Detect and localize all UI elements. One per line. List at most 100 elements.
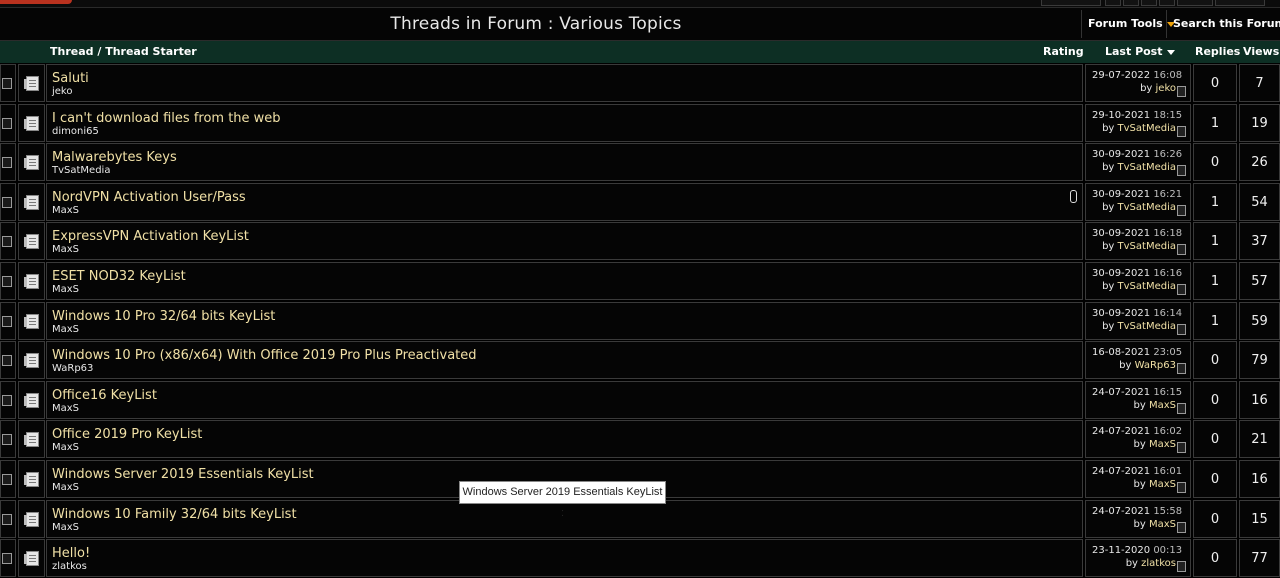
replies-count[interactable]: 0 — [1194, 342, 1236, 380]
top-red-tab[interactable] — [0, 0, 72, 4]
replies-count[interactable]: 0 — [1194, 501, 1236, 539]
last-post-author-link[interactable]: TvSatMedia — [1118, 241, 1176, 252]
document-icon — [24, 551, 39, 566]
last-post-date: 24-07-2021 16:15 — [1092, 387, 1182, 398]
views-cell: 79 — [1239, 341, 1280, 379]
icon-cell — [18, 460, 45, 498]
replies-count[interactable]: 0 — [1194, 144, 1236, 182]
replies-count[interactable]: 0 — [1194, 65, 1236, 103]
last-post-author-link[interactable]: MaxS — [1149, 479, 1176, 490]
last-post-author-link[interactable]: TvSatMedia — [1118, 123, 1176, 134]
replies-count[interactable]: 0 — [1194, 461, 1236, 499]
replies-count[interactable]: 1 — [1194, 223, 1236, 261]
thread-row: Windows 10 Family 32/64 bits KeyList MaxS… — [0, 500, 1280, 538]
thread-row: Malwarebytes Keys TvSatMedia 30-09-2021 16… — [0, 143, 1280, 181]
thread-starter-link[interactable]: dimoni65 — [52, 126, 99, 137]
last-post-author-link[interactable]: TvSatMedia — [1118, 281, 1176, 292]
column-views[interactable]: Views — [1243, 41, 1279, 63]
last-post-cell: 29-07-2022 16:08 by jeko — [1085, 64, 1191, 102]
forum-tools-menu[interactable]: Forum Tools — [1081, 10, 1175, 38]
thread-title-link[interactable]: Office16 KeyList — [52, 388, 157, 403]
go-to-last-post-icon[interactable] — [1177, 324, 1186, 335]
icon-cell — [18, 143, 45, 181]
last-post-author-link[interactable]: TvSatMedia — [1118, 162, 1176, 173]
last-post-by: by MaxS — [1134, 479, 1176, 490]
thread-starter-link[interactable]: MaxS — [52, 205, 79, 216]
thread-starter-link[interactable]: MaxS — [52, 324, 79, 335]
thread-title-link[interactable]: Hello! — [52, 546, 90, 561]
last-post-author-link[interactable]: MaxS — [1149, 439, 1176, 450]
last-post-author-link[interactable]: WaRp63 — [1135, 360, 1176, 371]
replies-count[interactable]: 1 — [1194, 263, 1236, 301]
replies-count[interactable]: 1 — [1194, 105, 1236, 143]
last-post-author-link[interactable]: MaxS — [1149, 400, 1176, 411]
top-strip-button[interactable] — [1041, 0, 1101, 6]
go-to-last-post-icon[interactable] — [1177, 522, 1186, 533]
go-to-last-post-icon[interactable] — [1177, 126, 1186, 137]
paperclip-icon[interactable] — [1070, 190, 1077, 203]
replies-count[interactable]: 0 — [1194, 421, 1236, 459]
last-post-author-link[interactable]: TvSatMedia — [1118, 321, 1176, 332]
thread-title-link[interactable]: Office 2019 Pro KeyList — [52, 427, 202, 442]
search-forum-menu[interactable]: Search this Forum — [1166, 10, 1280, 38]
top-strip-button[interactable] — [1177, 0, 1213, 6]
go-to-last-post-icon[interactable] — [1177, 244, 1186, 255]
go-to-last-post-icon[interactable] — [1177, 165, 1186, 176]
icon-cell — [18, 341, 45, 379]
thread-title-link[interactable]: Windows 10 Pro (x86/x64) With Office 201… — [52, 348, 477, 363]
thread-title-link[interactable]: Windows 10 Family 32/64 bits KeyList — [52, 507, 297, 522]
icon-cell — [18, 302, 45, 340]
go-to-last-post-icon[interactable] — [1177, 205, 1186, 216]
go-to-last-post-icon[interactable] — [1177, 363, 1186, 374]
thread-starter-link[interactable]: TvSatMedia — [52, 165, 110, 176]
last-post-author-link[interactable]: jeko — [1156, 83, 1176, 94]
column-replies[interactable]: Replies — [1195, 41, 1240, 63]
thread-title-link[interactable]: Windows Server 2019 Essentials KeyList — [52, 467, 314, 482]
go-to-last-post-icon[interactable] — [1177, 86, 1186, 97]
thread-title-link[interactable]: Malwarebytes Keys — [52, 150, 177, 165]
thread-starter-link[interactable]: MaxS — [52, 403, 79, 414]
last-post-time: 16:21 — [1153, 189, 1183, 200]
last-post-author-link[interactable]: zlatkos — [1141, 558, 1176, 569]
thread-title-link[interactable]: ESET NOD32 KeyList — [52, 269, 186, 284]
top-strip-button[interactable] — [1123, 0, 1139, 6]
thread-starter-link[interactable]: MaxS — [52, 244, 79, 255]
thread-title-link[interactable]: I can't download files from the web — [52, 111, 281, 126]
last-post-author-link[interactable]: TvSatMedia — [1118, 202, 1176, 213]
document-icon — [24, 393, 39, 408]
thread-starter-link[interactable]: MaxS — [52, 482, 79, 493]
views-count: 26 — [1251, 155, 1268, 170]
thread-title-link[interactable]: NordVPN Activation User/Pass — [52, 190, 246, 205]
go-to-last-post-icon[interactable] — [1177, 284, 1186, 295]
thread-title-link[interactable]: ExpressVPN Activation KeyList — [52, 229, 249, 244]
go-to-last-post-icon[interactable] — [1177, 561, 1186, 572]
last-post-author-link[interactable]: MaxS — [1149, 519, 1176, 530]
thread-title-link[interactable]: Windows 10 Pro 32/64 bits KeyList — [52, 309, 275, 324]
go-to-last-post-icon[interactable] — [1177, 442, 1186, 453]
go-to-last-post-icon[interactable] — [1177, 482, 1186, 493]
replies-count[interactable]: 1 — [1194, 184, 1236, 222]
thread-starter-link[interactable]: zlatkos — [52, 561, 87, 572]
column-rating[interactable]: Rating — [1043, 41, 1084, 63]
column-thread[interactable]: Thread / Thread Starter — [50, 41, 197, 63]
document-icon — [24, 353, 39, 368]
thread-starter-link[interactable]: jeko — [52, 86, 72, 97]
top-strip-button[interactable] — [1159, 0, 1175, 6]
top-strip-button[interactable] — [1105, 0, 1121, 6]
replies-count[interactable]: 0 — [1194, 540, 1236, 578]
top-strip-button[interactable] — [1141, 0, 1157, 6]
thread-starter-link[interactable]: MaxS — [52, 522, 79, 533]
column-last-post[interactable]: Last Post — [1105, 41, 1175, 63]
thread-starter-link[interactable]: MaxS — [52, 284, 79, 295]
top-strip-button[interactable] — [1215, 0, 1265, 6]
last-post-cell: 24-07-2021 16:02 by MaxS — [1085, 420, 1191, 458]
thread-starter-link[interactable]: MaxS — [52, 442, 79, 453]
replies-count[interactable]: 1 — [1194, 303, 1236, 341]
document-icon — [24, 155, 39, 170]
replies-count[interactable]: 0 — [1194, 382, 1236, 420]
column-last-post-label: Last Post — [1105, 45, 1163, 58]
views-cell: 57 — [1239, 262, 1280, 300]
thread-title-link[interactable]: Saluti — [52, 71, 89, 86]
thread-starter-link[interactable]: WaRp63 — [52, 363, 93, 374]
go-to-last-post-icon[interactable] — [1177, 403, 1186, 414]
